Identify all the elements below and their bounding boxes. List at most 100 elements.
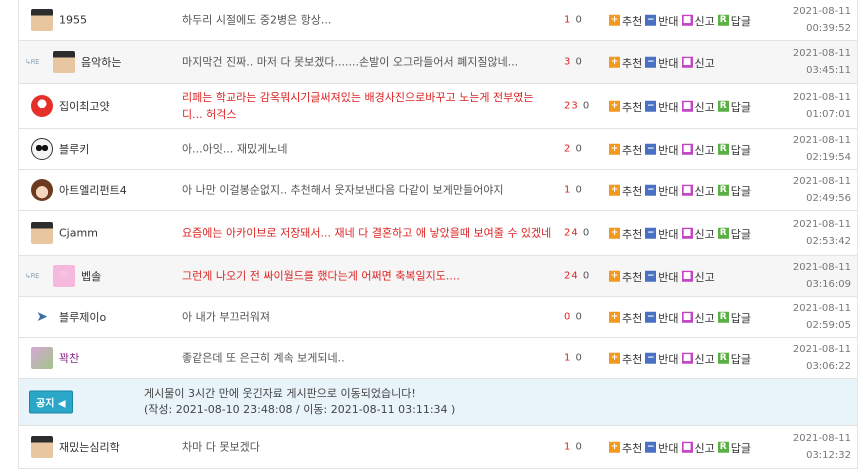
author-nickname[interactable]: 음악하는 xyxy=(81,54,121,70)
reply-button[interactable]: R 답글 xyxy=(717,12,751,28)
reply-button[interactable]: R 답글 xyxy=(717,141,751,157)
recommend-label: 추천 xyxy=(622,441,643,455)
recommend-button[interactable]: + 추천 xyxy=(609,350,642,366)
report-icon: ■ xyxy=(681,100,693,112)
reply-button[interactable]: R 답글 xyxy=(717,98,751,114)
recommend-button[interactable]: + 추천 xyxy=(609,439,642,455)
report-button[interactable]: ■ 신고 xyxy=(681,309,715,325)
reply-button[interactable]: R 답글 xyxy=(717,439,751,455)
comment-text[interactable]: 하두리 시절에도 중2병은 항상... xyxy=(182,12,552,29)
author-nickname[interactable]: 아트엘리펀트4 xyxy=(59,182,127,198)
post-date: 2021-08-11 xyxy=(792,92,851,103)
comment-text[interactable]: 좋같은데 또 은근히 계속 보게되네.. xyxy=(182,350,552,367)
recommend-icon: + xyxy=(609,143,620,155)
post-date: 2021-08-11 xyxy=(792,344,851,355)
oppose-icon: − xyxy=(645,14,657,26)
report-button[interactable]: ■ 신고 xyxy=(681,350,715,366)
report-icon: ■ xyxy=(681,352,693,364)
report-label: 신고 xyxy=(694,56,715,70)
recommend-button[interactable]: + 추천 xyxy=(609,225,642,241)
recommend-button[interactable]: + 추천 xyxy=(609,141,642,157)
reply-button[interactable]: R 답글 xyxy=(717,182,751,198)
oppose-button[interactable]: − 반대 xyxy=(645,182,679,198)
oppose-button[interactable]: − 반대 xyxy=(645,268,679,284)
action-buttons: + 추천 − 반대 ■ 신고 R 답글 xyxy=(609,439,754,456)
notice-row: 공지 ◀ 게시물이 3시간 만에 웃긴자료 게시판으로 이동되었습니다! (작성: … xyxy=(19,379,857,426)
report-button[interactable]: ■ 신고 xyxy=(681,268,715,284)
recommend-label: 추천 xyxy=(622,100,643,114)
post-time: 03:12:32 xyxy=(806,450,851,461)
author-nickname[interactable]: 재밌는심리학 xyxy=(59,439,120,455)
report-button[interactable]: ■ 신고 xyxy=(681,141,715,157)
author-nickname[interactable]: 1955 xyxy=(59,14,87,27)
reply-icon: R xyxy=(717,352,729,364)
comment-text[interactable]: 아...아잇... 재밌게노네 xyxy=(182,141,552,158)
post-time: 03:45:11 xyxy=(806,65,851,76)
oppose-button[interactable]: − 반대 xyxy=(645,439,679,455)
report-icon: ■ xyxy=(681,14,693,26)
oppose-button[interactable]: − 반대 xyxy=(645,12,679,28)
post-date: 2021-08-11 xyxy=(792,6,851,17)
reply-icon: R xyxy=(717,143,729,155)
author-nickname[interactable]: 집이최고얏 xyxy=(59,98,110,114)
oppose-button[interactable]: − 반대 xyxy=(645,309,679,325)
comment-text[interactable]: 요즘에는 아카이브로 저장돼서... 재네 다 결혼하고 애 낳았을때 보여줄 … xyxy=(182,225,552,242)
report-button[interactable]: ■ 신고 xyxy=(681,225,715,241)
comment-row: 꽉찬 좋같은데 또 은근히 계속 보게되네.. 1 0 + 추천 − 반대 ■ 신고 R 답글 202… xyxy=(19,338,857,379)
recommend-icon: + xyxy=(609,352,620,364)
post-timestamp: 2021-08-11 02:49:56 xyxy=(793,173,851,207)
recommend-button[interactable]: + 추천 xyxy=(609,12,642,28)
report-button[interactable]: ■ 신고 xyxy=(681,98,715,114)
report-icon: ■ xyxy=(681,184,693,196)
recommend-icon: + xyxy=(609,441,620,453)
comment-text[interactable]: 리페는 학교라는 감옥뭐시기글써져있는 배경사진으로바꾸고 노는게 전부였는디.… xyxy=(182,89,552,123)
author-nickname[interactable]: 블루키 xyxy=(59,141,89,157)
notice-message: 게시물이 3시간 만에 웃긴자료 게시판으로 이동되었습니다! (작성: 2021… xyxy=(144,386,455,418)
comment-row: 블루키 아...아잇... 재밌게노네 2 0 + 추천 − 반대 ■ 신고 R 답글 2021-08… xyxy=(19,129,857,170)
oppose-label: 반대 xyxy=(658,227,679,241)
comment-text[interactable]: 아 내가 부끄러워져 xyxy=(182,309,552,326)
reply-icon: R xyxy=(717,441,729,453)
recommend-button[interactable]: + 추천 xyxy=(609,54,642,70)
person-avatar-icon xyxy=(31,436,53,458)
author-nickname[interactable]: 블루제이o xyxy=(59,309,106,325)
post-timestamp: 2021-08-11 02:19:54 xyxy=(793,132,851,166)
author-nickname[interactable]: Cjamm xyxy=(59,227,98,240)
oppose-button[interactable]: − 반대 xyxy=(645,350,679,366)
reply-button[interactable]: R 답글 xyxy=(717,350,751,366)
oppose-button[interactable]: − 반대 xyxy=(645,54,679,70)
reply-button[interactable]: R 답글 xyxy=(717,225,751,241)
comment-text[interactable]: 아 나만 이걸봉순없지.. 추천해서 웃자보낸다음 다같이 보게만들어야지 xyxy=(182,182,552,199)
post-date: 2021-08-11 xyxy=(792,219,851,230)
recommend-button[interactable]: + 추천 xyxy=(609,268,642,284)
recommend-button[interactable]: + 추천 xyxy=(609,309,642,325)
report-button[interactable]: ■ 신고 xyxy=(681,439,715,455)
recommend-icon: + xyxy=(609,270,620,282)
recommend-button[interactable]: + 추천 xyxy=(609,98,642,114)
oppose-button[interactable]: − 반대 xyxy=(645,98,679,114)
report-button[interactable]: ■ 신고 xyxy=(681,54,715,70)
oppose-button[interactable]: − 반대 xyxy=(645,225,679,241)
notice-badge[interactable]: 공지 ◀ xyxy=(29,390,73,414)
report-button[interactable]: ■ 신고 xyxy=(681,12,715,28)
author-nickname[interactable]: 꽉찬 xyxy=(59,350,79,366)
person-avatar-icon xyxy=(53,51,75,73)
comment-text[interactable]: 마지막건 진짜.. 마저 다 못보겠다.......손발이 오그라들어서 폐지질… xyxy=(182,54,552,71)
report-icon: ■ xyxy=(681,143,693,155)
recommend-icon: + xyxy=(609,311,620,323)
post-timestamp: 2021-08-11 02:53:42 xyxy=(793,216,851,250)
report-icon: ■ xyxy=(681,311,693,323)
comment-row: 집이최고얏 리페는 학교라는 감옥뭐시기글써져있는 배경사진으로바꾸고 노는게 전… xyxy=(19,84,857,129)
reply-button[interactable]: R 답글 xyxy=(717,309,751,325)
action-buttons: + 추천 − 반대 ■ 신고 R 답글 xyxy=(609,12,754,29)
oppose-icon: − xyxy=(645,227,657,239)
reply-indicator-icon: ↳RE xyxy=(25,272,40,280)
oppose-button[interactable]: − 반대 xyxy=(645,141,679,157)
reply-icon: R xyxy=(717,100,729,112)
author-nickname[interactable]: 벱솔 xyxy=(81,268,101,284)
recommend-button[interactable]: + 추천 xyxy=(609,182,642,198)
recommend-label: 추천 xyxy=(622,227,643,241)
comment-text[interactable]: 차마 다 못보겠다 xyxy=(182,439,552,456)
comment-text[interactable]: 그런게 나오기 전 싸이월드를 했다는게 어쩌면 축복일지도.... xyxy=(182,268,552,285)
report-button[interactable]: ■ 신고 xyxy=(681,182,715,198)
